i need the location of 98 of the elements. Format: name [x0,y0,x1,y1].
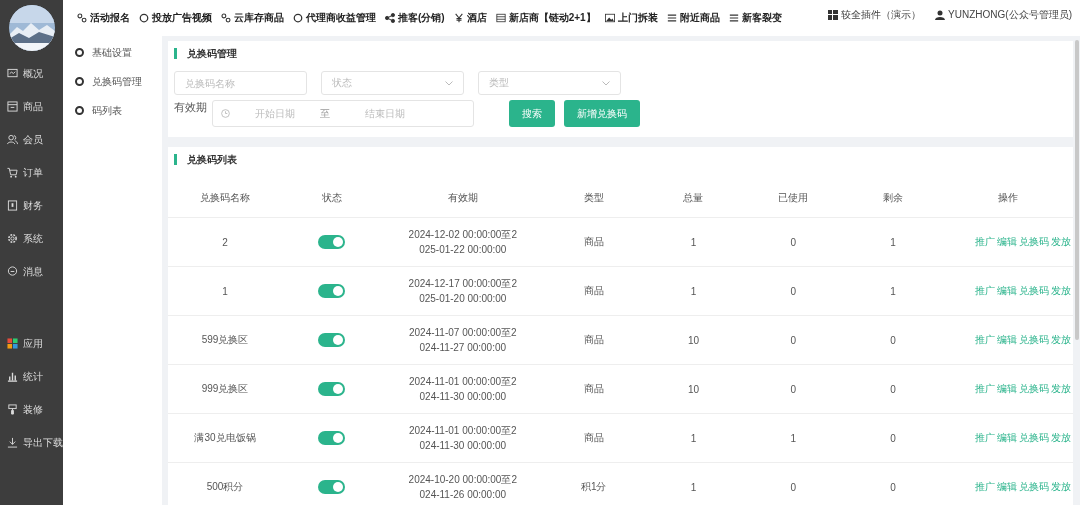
action-link[interactable]: 推广 [975,285,995,296]
table-cell: 0 [790,383,797,395]
column-header: 剩余 [883,192,904,203]
sidebar-item[interactable]: 商品 [23,99,43,114]
table-cell: 10 [687,383,700,395]
table-cell: 1 [690,481,697,493]
table-cell: 0 [890,334,896,346]
table-cell: 0 [890,383,896,395]
table-cell-text: 2024-12-02 00:00:00至2 025-01-22 00:00:00 [407,228,518,257]
table-cell: 1 [222,285,228,297]
action-link[interactable]: 编辑 [997,285,1017,296]
table-cell: 商品 [583,334,604,345]
action-link[interactable]: 推广 [975,432,995,443]
sidebar-item[interactable]: 财务 [23,198,43,213]
sidebar-item[interactable]: 概况 [23,66,43,81]
action-link[interactable]: 发放 [1051,481,1071,492]
table-cell: 0 [890,432,896,444]
subnav-item[interactable]: 基础设置 [92,45,132,60]
table-cell: 10 [687,334,700,346]
action-link[interactable]: 编辑 [997,236,1017,247]
action-link[interactable]: 编辑 [997,481,1017,492]
column-header: 操作 [998,192,1018,203]
column-header: 总量 [683,192,704,203]
nav-link[interactable]: 新店商【链动2+1】 [508,11,596,25]
table-cell: 0 [790,334,797,346]
column-header: 有效期 [447,192,478,203]
nav-link[interactable]: 云库存商品 [234,11,284,25]
nav-link[interactable]: 新客裂变 [741,11,782,25]
plugin-link[interactable]: 较全插件（演示） [841,8,922,22]
table-cell: 满30兑电饭锅 [194,432,256,443]
table-cell: 1 [690,236,697,248]
table-cell: 599兑换区 [201,334,249,345]
nav-link[interactable]: 活动报名 [90,11,130,25]
sidebar-item[interactable]: 装修 [23,402,43,417]
search-button[interactable]: 搜索 [509,100,555,127]
table-cell: 0 [790,236,797,248]
table-cell: 2 [222,236,228,248]
table-cell: 0 [890,481,896,493]
table-cell: 999兑换区 [201,383,249,394]
table-cell: 0 [790,481,797,493]
sidebar-item[interactable]: 导出下载 [23,435,63,450]
nav-link[interactable]: 投放广告视频 [152,11,212,25]
action-link[interactable]: 发放 [1051,285,1071,296]
action-link[interactable]: 推广 [975,236,995,247]
table-cell: 500积分 [206,481,244,492]
nav-link[interactable]: 上门拆装 [617,11,658,25]
action-link[interactable]: 兑换码 [1019,481,1049,492]
table-cell-text: 2024-11-07 00:00:00至2 024-11-27 00:00:00 [407,326,518,355]
nav-link[interactable]: 酒店 [466,11,487,25]
column-header: 兑换码名称 [200,192,250,203]
nav-link[interactable]: 附近商品 [679,11,720,25]
nav-link[interactable]: 推客(分销) [398,11,445,25]
action-link[interactable]: 兑换码 [1019,285,1049,296]
column-header: 状态 [321,192,342,203]
action-link[interactable]: 推广 [975,334,995,345]
column-header: 已使用 [778,192,809,203]
sidebar-item[interactable]: 统计 [23,369,43,384]
action-link[interactable]: 兑换码 [1019,383,1049,394]
subnav-item[interactable]: 码列表 [92,103,122,118]
table-cell: 商品 [583,432,604,443]
table-cell: 1 [890,236,896,248]
sidebar-item[interactable]: 会员 [23,132,43,147]
table-cell: 1 [690,432,697,444]
action-link[interactable]: 兑换码 [1019,236,1049,247]
status-select[interactable]: 状态 [321,71,464,95]
table-cell-text: 2024-11-01 00:00:00至2 024-11-30 00:00:00 [407,424,518,453]
table-cell: 0 [790,285,797,297]
sidebar-item[interactable]: 订单 [23,165,43,180]
action-link[interactable]: 编辑 [997,383,1017,394]
column-header: 类型 [583,192,604,203]
user-name[interactable]: YUNZHONG(公众号管理员) [948,8,1072,22]
table-cell: 商品 [583,236,604,247]
table-cell-text: 2024-12-17 00:00:00至2 025-01-20 00:00:00 [407,277,518,306]
table-cell: 商品 [583,383,604,394]
table-cell: 1 [690,285,697,297]
action-link[interactable]: 兑换码 [1019,432,1049,443]
action-link[interactable]: 发放 [1051,383,1071,394]
table-cell: 积1分 [580,481,607,492]
field-label: 有效期 [174,100,207,115]
nav-link[interactable]: 代理商收益管理 [306,11,376,25]
action-link[interactable]: 推广 [975,481,995,492]
sidebar-item[interactable]: 应用 [23,336,43,351]
table-cell: 1 [890,285,896,297]
action-link[interactable]: 发放 [1051,236,1071,247]
subnav-item[interactable]: 兑换码管理 [92,74,142,89]
action-link[interactable]: 编辑 [997,334,1017,345]
table-cell-text: 2024-10-20 00:00:00至2 024-11-26 00:00:00 [407,473,518,502]
action-link[interactable]: 推广 [975,383,995,394]
add-button[interactable]: 新增兑换码 [564,100,640,127]
table-cell: 1 [790,432,797,444]
action-link[interactable]: 发放 [1051,334,1071,345]
table-cell: 商品 [583,285,604,296]
sidebar-item[interactable]: 消息 [23,264,43,279]
sidebar-item[interactable]: 系统 [23,231,43,246]
table-cell-text: 2024-11-01 00:00:00至2 024-11-30 00:00:00 [407,375,518,404]
action-link[interactable]: 兑换码 [1019,334,1049,345]
action-link[interactable]: 发放 [1051,432,1071,443]
action-link[interactable]: 编辑 [997,432,1017,443]
